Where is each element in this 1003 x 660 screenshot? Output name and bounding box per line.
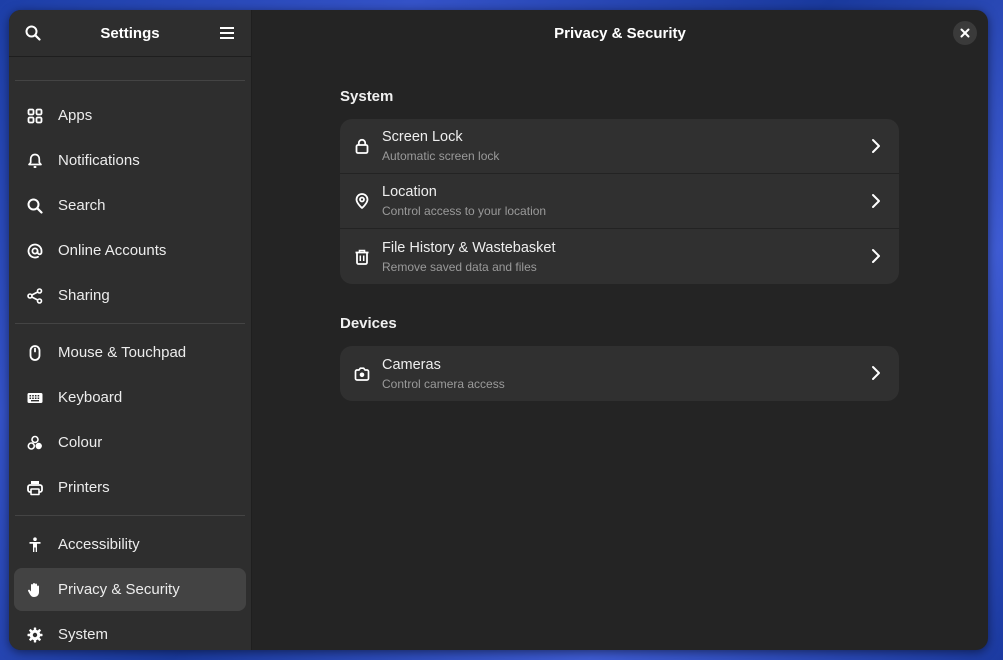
close-icon (960, 28, 970, 38)
sidebar-item-keyboard[interactable]: Keyboard (14, 376, 246, 419)
lock-icon (354, 138, 370, 154)
main-panel: Privacy & Security System Screen Lock Au… (252, 10, 988, 650)
accessibility-icon (27, 536, 43, 553)
sidebar-separator (15, 515, 245, 516)
sidebar-item-colour[interactable]: Colour (14, 421, 246, 464)
row-subtitle: Remove saved data and files (382, 259, 537, 274)
sidebar-item-label: Online Accounts (58, 242, 167, 259)
sidebar-item-label: Privacy & Security (58, 581, 180, 598)
sidebar-item-mouse-touchpad[interactable]: Mouse & Touchpad (14, 331, 246, 374)
chevron-right-icon (872, 194, 880, 208)
sidebar-item-label: Colour (58, 434, 103, 451)
search-icon (27, 198, 43, 214)
row-subtitle: Control access to your location (382, 204, 547, 218)
sidebar-list: Apps Notifications Search Online Account… (9, 81, 251, 650)
sidebar-item-online-accounts[interactable]: Online Accounts (14, 229, 246, 272)
sidebar-item-privacy-security[interactable]: Privacy & Security (14, 568, 246, 611)
page-title: Privacy & Security (554, 25, 686, 42)
trash-icon (354, 249, 370, 265)
content: System Screen Lock Automatic screen lock… (340, 88, 899, 432)
sidebar-item-label: Notifications (58, 152, 140, 169)
sidebar-item-sharing[interactable]: Sharing (14, 274, 246, 317)
sidebar-item-accessibility[interactable]: Accessibility (14, 523, 246, 566)
devices-list: Cameras Control camera access (340, 346, 899, 401)
main-menu-button[interactable] (215, 21, 239, 45)
row-cameras[interactable]: Cameras Control camera access (340, 346, 899, 401)
sidebar-item-apps[interactable]: Apps (14, 94, 246, 137)
sidebar-item-label: Mouse & Touchpad (58, 344, 187, 361)
sidebar: Settings Apps Notifications Search Onlin… (9, 10, 252, 650)
sidebar-item-label: Sharing (58, 287, 110, 304)
row-subtitle: Automatic screen lock (382, 149, 500, 163)
colour-icon (27, 435, 43, 451)
row-location[interactable]: Location Control access to your location (340, 174, 899, 229)
close-button[interactable] (953, 21, 977, 45)
section-title-devices: Devices (340, 315, 397, 332)
sidebar-item-label: Printers (58, 479, 110, 496)
apps-grid-icon (27, 108, 43, 124)
row-title: Location (382, 184, 437, 200)
at-sign-icon (27, 243, 43, 259)
row-subtitle: Control camera access (382, 376, 505, 391)
location-pin-icon (354, 193, 370, 209)
sidebar-item-label: Search (58, 197, 106, 214)
row-title: File History & Wastebasket (382, 239, 556, 256)
row-title: Cameras (382, 356, 441, 373)
printer-icon (27, 480, 43, 496)
sidebar-item-notifications[interactable]: Notifications (14, 139, 246, 182)
sidebar-item-search[interactable]: Search (14, 184, 246, 227)
chevron-right-icon (872, 366, 880, 380)
chevron-right-icon (872, 139, 880, 153)
hand-icon (27, 582, 43, 598)
row-title: Screen Lock (382, 129, 463, 145)
sidebar-item-label: Keyboard (58, 389, 123, 406)
sidebar-item-system[interactable]: System (14, 613, 246, 650)
sidebar-separator (15, 323, 245, 324)
sidebar-item-label: Apps (58, 107, 93, 124)
row-file-history-wastebasket[interactable]: File History & Wastebasket Remove saved … (340, 229, 899, 284)
search-icon (25, 25, 41, 41)
section-title-system: System (340, 88, 394, 105)
keyboard-icon (27, 390, 43, 406)
bell-icon (27, 153, 43, 169)
mouse-icon (27, 344, 43, 361)
row-screen-lock[interactable]: Screen Lock Automatic screen lock (340, 119, 899, 174)
share-icon (27, 287, 43, 304)
search-button[interactable] (21, 21, 45, 45)
hamburger-menu-icon (220, 27, 234, 39)
settings-window: Settings Apps Notifications Search Onlin… (9, 10, 988, 650)
chevron-right-icon (872, 249, 880, 263)
sidebar-header: Settings (9, 10, 251, 57)
sidebar-item-label: Accessibility (58, 536, 140, 553)
camera-icon (354, 366, 370, 382)
system-list: Screen Lock Automatic screen lock Locati… (340, 119, 899, 284)
sidebar-item-label: System (58, 626, 109, 643)
gear-icon (27, 627, 43, 643)
sidebar-title: Settings (100, 24, 160, 42)
main-header: Privacy & Security (252, 10, 988, 57)
sidebar-item-printers[interactable]: Printers (14, 466, 246, 509)
